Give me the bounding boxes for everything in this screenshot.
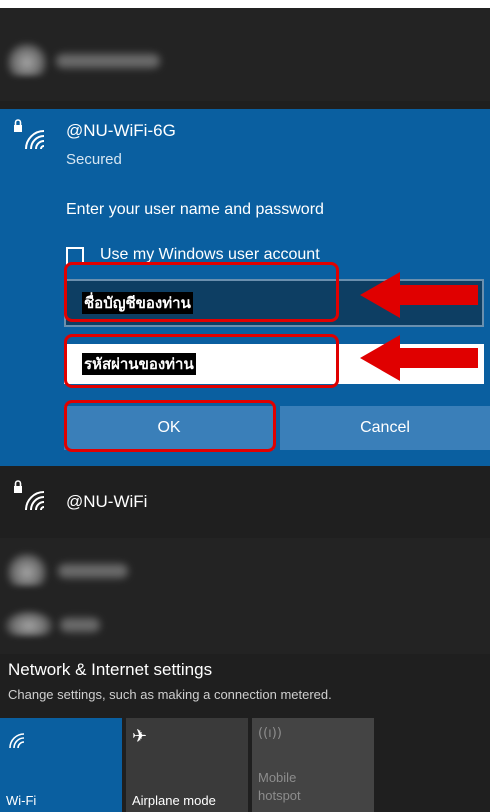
- wifi-icon: [6, 552, 48, 586]
- blurred-network-name: [58, 564, 128, 578]
- credentials-prompt: Enter your user name and password: [66, 201, 324, 218]
- ok-button-highlight: [64, 400, 276, 452]
- network-settings-link[interactable]: Network & Internet settings: [8, 660, 212, 680]
- hotspot-icon: ((ı)): [258, 726, 282, 741]
- wifi-tile-label: Wi-Fi: [6, 793, 37, 808]
- wifi-icon: [6, 42, 48, 76]
- secured-wifi-icon: [14, 480, 45, 511]
- blurred-network-name: [56, 54, 160, 68]
- wifi-icon: [4, 610, 54, 636]
- network-item-blurred[interactable]: [0, 600, 490, 654]
- network-settings-description: Change settings, such as making a connec…: [8, 687, 332, 702]
- network-ssid: @NU-WiFi: [66, 492, 148, 511]
- username-highlight: [64, 262, 339, 322]
- cancel-button[interactable]: Cancel: [280, 406, 490, 450]
- hotspot-tile-label-line1: Mobile: [258, 770, 297, 785]
- network-status: Secured: [66, 151, 122, 168]
- airplane-icon: ✈: [132, 726, 148, 747]
- blurred-network-name: [60, 618, 100, 632]
- airplane-mode-tile[interactable]: ✈ Airplane mode: [126, 718, 248, 812]
- arrow-left-icon: [360, 335, 478, 381]
- password-highlight: [64, 334, 339, 388]
- network-ssid: @NU-WiFi-6G: [66, 121, 176, 140]
- network-item-blurred[interactable]: [0, 538, 490, 600]
- mobile-hotspot-tile[interactable]: ((ı)) Mobile hotspot: [252, 718, 374, 812]
- wifi-icon: [9, 733, 25, 749]
- hotspot-tile-label-line2: hotspot: [258, 788, 301, 803]
- secured-wifi-icon: [14, 119, 45, 150]
- network-item-nu-wifi[interactable]: @NU-WiFi: [0, 466, 490, 538]
- network-item-blurred[interactable]: [0, 8, 490, 101]
- wifi-toggle-tile[interactable]: Wi-Fi: [0, 718, 122, 812]
- airplane-tile-label: Airplane mode: [132, 793, 216, 808]
- arrow-left-icon: [360, 272, 478, 318]
